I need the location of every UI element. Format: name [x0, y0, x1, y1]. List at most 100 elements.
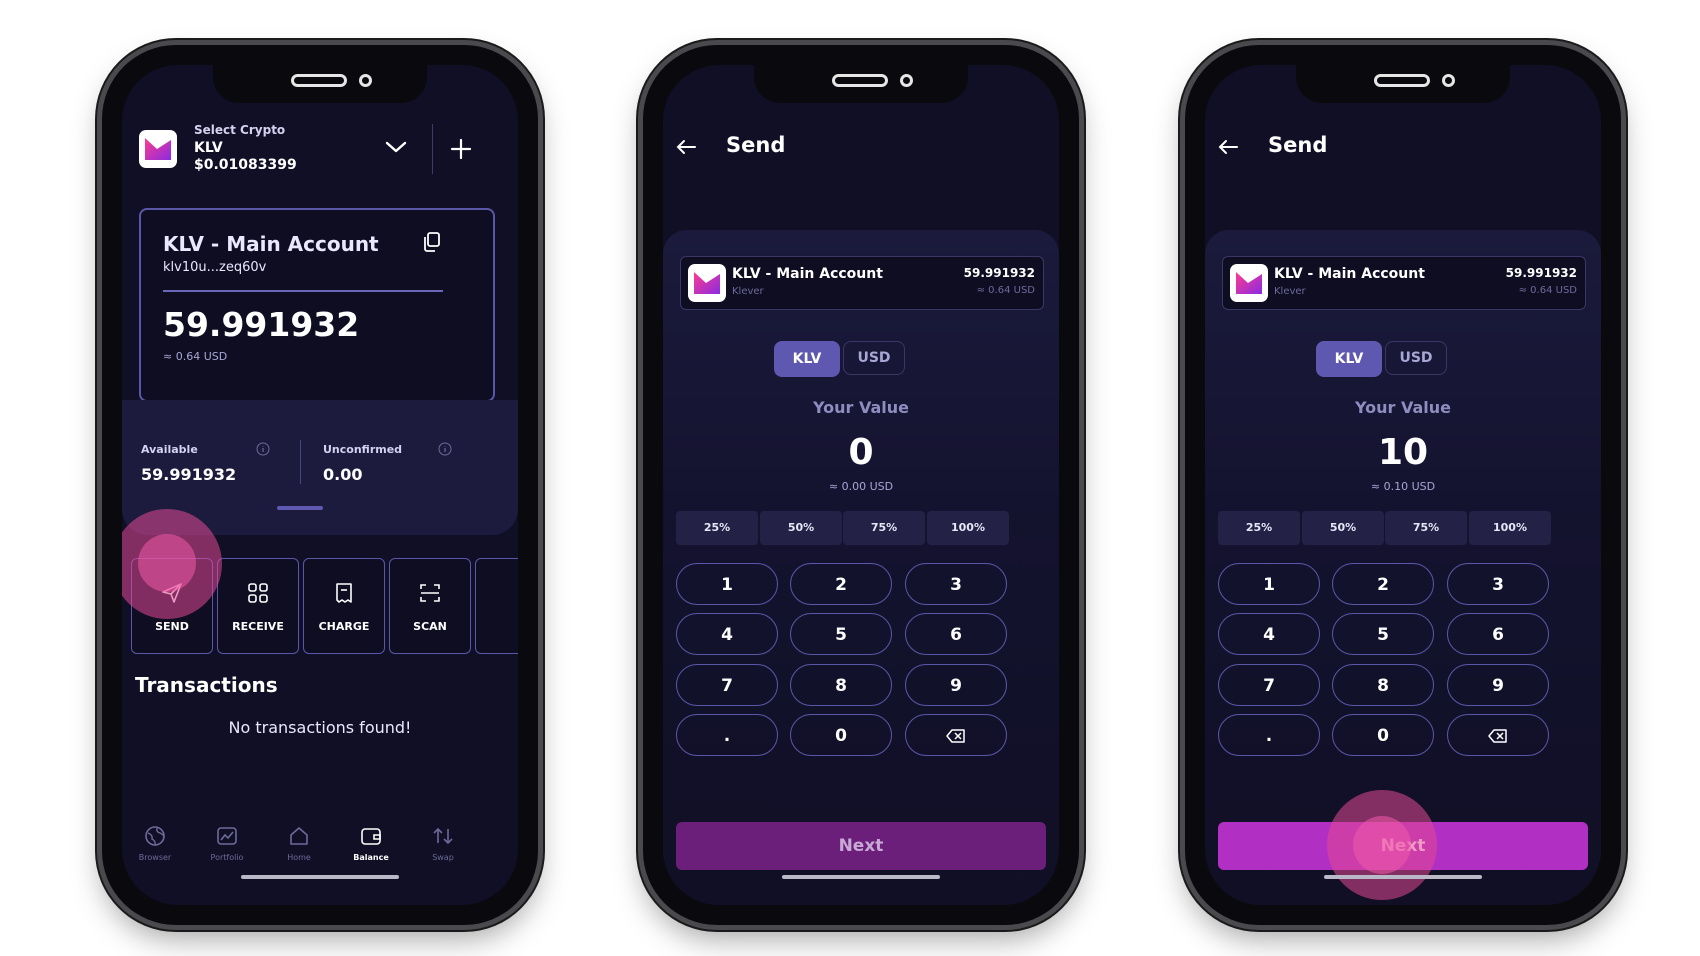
- account-title: KLV - Main Account: [163, 232, 379, 256]
- header-divider: [432, 124, 433, 174]
- next-button[interactable]: Next: [676, 822, 1046, 870]
- key-6[interactable]: 6: [905, 613, 1007, 655]
- key-4[interactable]: 4: [676, 613, 778, 655]
- percent-75-button[interactable]: 75%: [843, 511, 925, 545]
- page-title: Send: [726, 133, 786, 157]
- percent-25-button[interactable]: 25%: [676, 511, 758, 545]
- notch: [754, 65, 968, 103]
- globe-icon: [145, 826, 165, 846]
- back-arrow-icon[interactable]: [675, 139, 697, 159]
- percent-50-button[interactable]: 50%: [760, 511, 842, 545]
- nav-swap[interactable]: Swap: [404, 825, 482, 862]
- key-decimal[interactable]: .: [1218, 714, 1320, 756]
- account-address: klv10u...zeq60v: [163, 260, 267, 275]
- key-0[interactable]: 0: [790, 714, 892, 756]
- camera: [900, 74, 913, 87]
- send-screen: Send KLV - Main Account Klever 59.991932…: [663, 65, 1059, 905]
- account-balance: 59.991932: [963, 266, 1035, 280]
- nav-balance-label: Balance: [353, 853, 389, 862]
- percent-75-button[interactable]: 75%: [1385, 511, 1467, 545]
- home-indicator: [241, 875, 399, 879]
- key-9[interactable]: 9: [1447, 664, 1549, 706]
- send-screen: Send KLV - Main Account Klever 59.991932…: [1205, 65, 1601, 905]
- info-icon[interactable]: [438, 441, 452, 460]
- scan-icon: [418, 581, 442, 609]
- key-2[interactable]: 2: [1332, 563, 1434, 605]
- notch: [1296, 65, 1510, 103]
- key-1[interactable]: 1: [676, 563, 778, 605]
- key-decimal[interactable]: .: [676, 714, 778, 756]
- nav-balance[interactable]: Balance: [332, 825, 410, 862]
- account-usd: ≈ 0.64 USD: [976, 285, 1035, 296]
- add-crypto-icon[interactable]: [450, 138, 472, 164]
- swap-icon: [433, 827, 453, 845]
- unconfirmed-label: Unconfirmed: [323, 443, 403, 456]
- key-7[interactable]: 7: [1218, 664, 1320, 706]
- home-indicator: [1324, 875, 1482, 879]
- charge-label: CHARGE: [318, 620, 370, 633]
- receive-action-button[interactable]: RECEIVE: [217, 558, 299, 654]
- available-label: Available: [141, 443, 198, 456]
- camera: [1442, 74, 1455, 87]
- value-label: Your Value: [813, 398, 909, 417]
- key-0[interactable]: 0: [1332, 714, 1434, 756]
- tap-indicator-center: [138, 534, 196, 592]
- klv-logo-icon: [1230, 264, 1268, 302]
- key-7[interactable]: 7: [676, 664, 778, 706]
- klv-logo-icon: [688, 264, 726, 302]
- account-selector[interactable]: KLV - Main Account Klever 59.991932 ≈ 0.…: [680, 256, 1044, 310]
- percent-50-button[interactable]: 50%: [1302, 511, 1384, 545]
- currency-usd-button[interactable]: USD: [843, 341, 905, 375]
- key-5[interactable]: 5: [1332, 613, 1434, 655]
- speaker: [1374, 74, 1430, 87]
- balance-amount: 59.991932: [163, 305, 360, 344]
- key-6[interactable]: 6: [1447, 613, 1549, 655]
- empty-transactions-text: No transactions found!: [228, 718, 412, 737]
- chevron-down-icon[interactable]: [384, 138, 408, 160]
- backspace-key[interactable]: [905, 714, 1007, 756]
- speaker: [291, 74, 347, 87]
- percent-25-button[interactable]: 25%: [1218, 511, 1300, 545]
- nav-browser[interactable]: Browser: [122, 825, 194, 862]
- backspace-icon: [1488, 729, 1507, 743]
- key-4[interactable]: 4: [1218, 613, 1320, 655]
- nav-home[interactable]: Home: [260, 825, 338, 862]
- percent-100-button[interactable]: 100%: [1469, 511, 1551, 545]
- chart-icon: [217, 827, 237, 845]
- key-5[interactable]: 5: [790, 613, 892, 655]
- key-2[interactable]: 2: [790, 563, 892, 605]
- currency-klv-button[interactable]: KLV: [1316, 341, 1382, 377]
- key-8[interactable]: 8: [1332, 664, 1434, 706]
- page-indicator[interactable]: [277, 506, 323, 510]
- key-8[interactable]: 8: [790, 664, 892, 706]
- account-sub: Klever: [1274, 286, 1306, 297]
- notch: [213, 65, 427, 103]
- account-balance: 59.991932: [1505, 266, 1577, 280]
- scan-label: SCAN: [413, 620, 447, 633]
- nav-portfolio[interactable]: Portfolio: [188, 825, 266, 862]
- info-icon[interactable]: [256, 441, 270, 460]
- send-label: SEND: [155, 620, 189, 633]
- nav-home-label: Home: [287, 853, 311, 862]
- percent-100-button[interactable]: 100%: [927, 511, 1009, 545]
- tap-indicator-center: [1353, 816, 1411, 874]
- copy-icon[interactable]: [423, 232, 441, 256]
- scan-action-button[interactable]: SCAN: [389, 558, 471, 654]
- account-selector[interactable]: KLV - Main Account Klever 59.991932 ≈ 0.…: [1222, 256, 1586, 310]
- key-9[interactable]: 9: [905, 664, 1007, 706]
- currency-klv-button[interactable]: KLV: [774, 341, 840, 377]
- transactions-title: Transactions: [135, 673, 278, 697]
- klv-logo-icon: [139, 130, 177, 168]
- key-3[interactable]: 3: [1447, 563, 1549, 605]
- available-value: 59.991932: [141, 465, 237, 484]
- currency-usd-button[interactable]: USD: [1385, 341, 1447, 375]
- amount-usd: ≈ 0.10 USD: [1370, 480, 1436, 493]
- more-action-button[interactable]: [475, 558, 518, 654]
- backspace-key[interactable]: [1447, 714, 1549, 756]
- home-indicator: [782, 875, 940, 879]
- key-3[interactable]: 3: [905, 563, 1007, 605]
- charge-action-button[interactable]: CHARGE: [303, 558, 385, 654]
- back-arrow-icon[interactable]: [1217, 139, 1239, 159]
- key-1[interactable]: 1: [1218, 563, 1320, 605]
- phone-send-empty: Send KLV - Main Account Klever 59.991932…: [643, 45, 1079, 925]
